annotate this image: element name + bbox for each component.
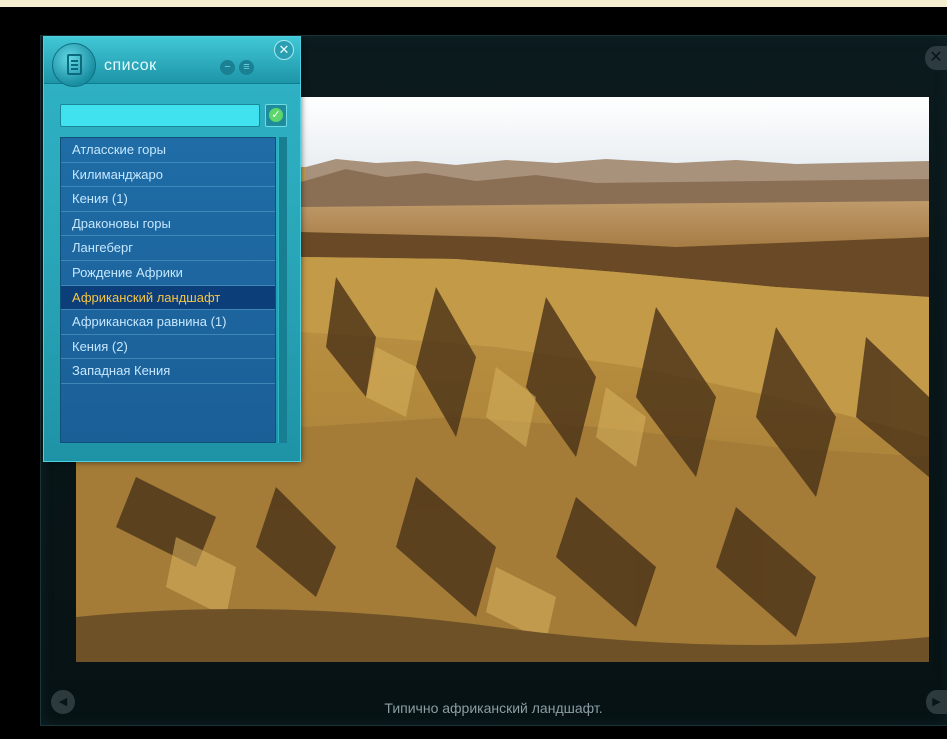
panel-title: список	[104, 57, 157, 74]
list-item[interactable]: Западная Кения	[61, 359, 275, 384]
top-strip	[0, 0, 947, 7]
photo-caption: Типично африканский ландшафт.	[384, 700, 603, 716]
checkmark-icon: ✓	[269, 108, 283, 122]
viewer-close-icon[interactable]: ✕	[925, 46, 947, 70]
list-item[interactable]: Кения (1)	[61, 187, 275, 212]
document-icon	[52, 43, 96, 87]
list-item[interactable]: Килиманджаро	[61, 163, 275, 188]
close-icon[interactable]: ✕	[274, 40, 294, 60]
list-item[interactable]: Атласские горы	[61, 138, 275, 163]
list-icon[interactable]: ≡	[239, 60, 254, 75]
search-input[interactable]	[60, 104, 260, 127]
list-item[interactable]: Африканская равнина (1)	[61, 310, 275, 335]
minus-icon[interactable]: −	[220, 60, 235, 75]
list-item[interactable]: Драконовы горы	[61, 212, 275, 237]
list-item-selected[interactable]: Африканский ландшафт	[61, 285, 275, 311]
list-item[interactable]: Лангеберг	[61, 236, 275, 261]
list-item[interactable]: Рождение Африки	[61, 261, 275, 286]
list-panel: список − ≡ ✕ ✓ Атласские горы Килиманджа…	[43, 36, 301, 462]
list-item[interactable]: Кения (2)	[61, 335, 275, 360]
item-list: Атласские горы Килиманджаро Кения (1) Др…	[60, 137, 276, 443]
list-scrollbar[interactable]	[278, 137, 287, 443]
confirm-button[interactable]: ✓	[265, 104, 287, 127]
